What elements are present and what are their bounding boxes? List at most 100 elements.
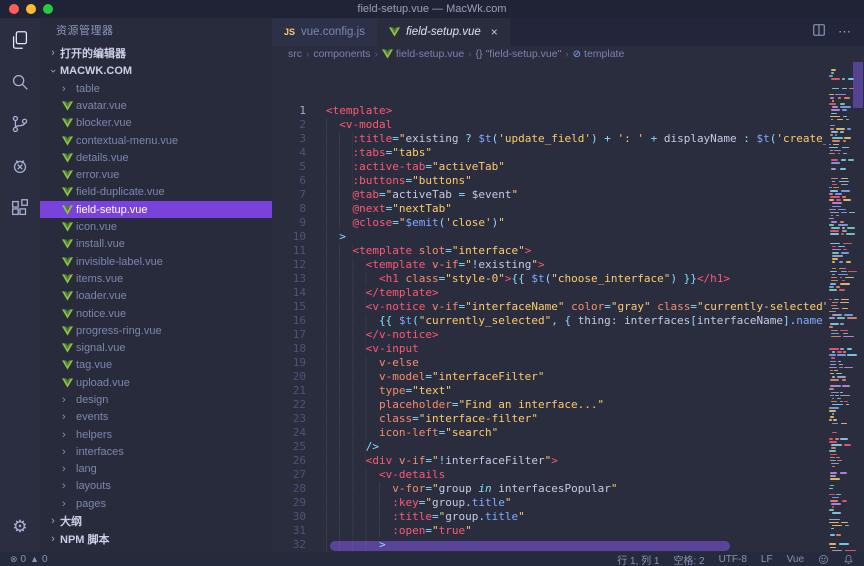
vue-file-icon <box>62 170 76 180</box>
vertical-scrollbar[interactable] <box>852 62 864 552</box>
file-field-setup.vue[interactable]: field-setup.vue <box>40 201 272 218</box>
file-label: table <box>76 83 100 95</box>
code-line-26: 26 <div v-if="!interfaceFilter"> <box>272 454 864 468</box>
chevron-right-icon: › <box>62 463 76 475</box>
file-tag.vue[interactable]: tag.vue <box>40 357 272 374</box>
vue-file-icon <box>62 343 76 353</box>
indent-guides <box>326 370 379 383</box>
feedback-smiley-icon[interactable] <box>818 554 829 565</box>
language-mode[interactable]: Vue <box>787 554 804 565</box>
code-line-17: 17 </v-notice> <box>272 328 864 342</box>
file-icon.vue[interactable]: icon.vue <box>40 218 272 235</box>
folder-interfaces[interactable]: ›interfaces <box>40 443 272 460</box>
indent-guides <box>326 174 353 187</box>
workspace-root[interactable]: › MACWK.COM <box>40 62 272 80</box>
warnings-status[interactable]: ▲ 0 <box>30 554 47 565</box>
line-number: 22 <box>272 398 306 412</box>
code-line-1: 1<template> <box>272 104 864 118</box>
indent-guides <box>326 188 353 201</box>
file-contextual-menu.vue[interactable]: contextual-menu.vue <box>40 132 272 149</box>
close-window-button[interactable] <box>9 4 19 14</box>
breadcrumb: src › components › field-setup.vue › {} … <box>272 46 864 62</box>
file-invisible-label.vue[interactable]: invisible-label.vue <box>40 253 272 270</box>
code-line-13: 13 <h1 class="style-0">{{ $t("choose_int… <box>272 272 864 286</box>
debug-icon[interactable] <box>8 154 32 178</box>
npm-scripts-section[interactable]: › NPM 脚本 <box>40 530 272 548</box>
indent-guides <box>326 342 366 355</box>
breadcrumb-symbol[interactable]: {} "field-setup.vue" <box>476 48 562 60</box>
file-notice.vue[interactable]: notice.vue <box>40 305 272 322</box>
code-line-16: 16 {{ $t("currently_selected", { thing: … <box>272 314 864 328</box>
file-loader.vue[interactable]: loader.vue <box>40 288 272 305</box>
vue-file-icon <box>62 309 76 319</box>
line-number: 21 <box>272 384 306 398</box>
folder-lang[interactable]: ›lang <box>40 461 272 478</box>
file-avatar.vue[interactable]: avatar.vue <box>40 97 272 114</box>
open-editors-section[interactable]: › 打开的编辑器 <box>40 44 272 62</box>
editor-group: JS vue.config.js field-setup.vue × ⋯ src <box>272 18 864 552</box>
notifications-bell-icon[interactable] <box>843 554 854 565</box>
encoding-status[interactable]: UTF-8 <box>719 554 747 565</box>
breadcrumb-template-region[interactable]: ⊘ template <box>573 48 625 60</box>
file-upload.vue[interactable]: upload.vue <box>40 374 272 391</box>
code-line-29: 29 :key="group.title" <box>272 496 864 510</box>
file-error.vue[interactable]: error.vue <box>40 166 272 183</box>
tab-vue-config-js[interactable]: JS vue.config.js <box>272 18 377 46</box>
folder-layouts[interactable]: ›layouts <box>40 478 272 495</box>
indent-guides <box>326 482 392 495</box>
indent-guides <box>326 314 379 327</box>
search-icon[interactable] <box>8 70 32 94</box>
symbol-icon: ⊘ <box>573 49 581 60</box>
scrollbar-slider[interactable] <box>853 62 863 108</box>
minimize-window-button[interactable] <box>26 4 36 14</box>
more-actions-icon[interactable]: ⋯ <box>838 24 852 40</box>
errors-status[interactable]: ⊗ 0 <box>10 554 26 565</box>
chevron-right-icon: › <box>46 515 60 527</box>
tab-bar: JS vue.config.js field-setup.vue × ⋯ <box>272 18 864 46</box>
code-line-10: 10 > <box>272 230 864 244</box>
file-label: notice.vue <box>76 308 126 320</box>
folder-pages[interactable]: ›pages <box>40 495 272 512</box>
file-items.vue[interactable]: items.vue <box>40 270 272 287</box>
code-lines: 1<template>2 <v-modal3 :title="existing … <box>272 104 864 552</box>
folder-design[interactable]: ›design <box>40 391 272 408</box>
indent-guides <box>326 384 379 397</box>
code-line-25: 25 /> <box>272 440 864 454</box>
cursor-position[interactable]: 行 1, 列 1 <box>617 552 659 566</box>
settings-gear-icon[interactable]: ⚙ <box>8 514 32 538</box>
file-signal.vue[interactable]: signal.vue <box>40 339 272 356</box>
file-field-duplicate.vue[interactable]: field-duplicate.vue <box>40 184 272 201</box>
line-number: 5 <box>272 160 306 174</box>
code-editor[interactable]: 1<template>2 <v-modal3 :title="existing … <box>272 62 864 552</box>
file-install.vue[interactable]: install.vue <box>40 236 272 253</box>
explorer-icon[interactable] <box>8 28 32 52</box>
vue-file-icon <box>62 257 76 267</box>
outline-section[interactable]: › 大纲 <box>40 512 272 530</box>
chevron-right-icon: › <box>62 83 76 95</box>
eol-status[interactable]: LF <box>761 554 773 565</box>
breadcrumb-file[interactable]: field-setup.vue <box>382 48 464 60</box>
braces-icon: {} <box>476 48 483 60</box>
line-number: 28 <box>272 482 306 496</box>
folder-events[interactable]: ›events <box>40 409 272 426</box>
source-control-icon[interactable] <box>8 112 32 136</box>
zoom-window-button[interactable] <box>43 4 53 14</box>
file-label: interfaces <box>76 446 124 458</box>
folder-helpers[interactable]: ›helpers <box>40 426 272 443</box>
split-editor-icon[interactable] <box>812 23 826 42</box>
file-blocker.vue[interactable]: blocker.vue <box>40 115 272 132</box>
tab-field-setup-vue[interactable]: field-setup.vue × <box>377 18 510 46</box>
breadcrumb-components[interactable]: components <box>313 48 370 60</box>
folder-table[interactable]: ›table <box>40 80 272 97</box>
file-label: events <box>76 411 108 423</box>
file-label: error.vue <box>76 169 119 181</box>
close-tab-icon[interactable]: × <box>491 25 498 39</box>
breadcrumb-src[interactable]: src <box>288 48 302 60</box>
extensions-icon[interactable] <box>8 196 32 220</box>
indentation-status[interactable]: 空格: 2 <box>673 552 704 566</box>
file-progress-ring.vue[interactable]: progress-ring.vue <box>40 322 272 339</box>
indent-guides <box>326 300 366 313</box>
minimap[interactable] <box>826 62 864 552</box>
vue-file-icon <box>62 101 76 111</box>
file-details.vue[interactable]: details.vue <box>40 149 272 166</box>
